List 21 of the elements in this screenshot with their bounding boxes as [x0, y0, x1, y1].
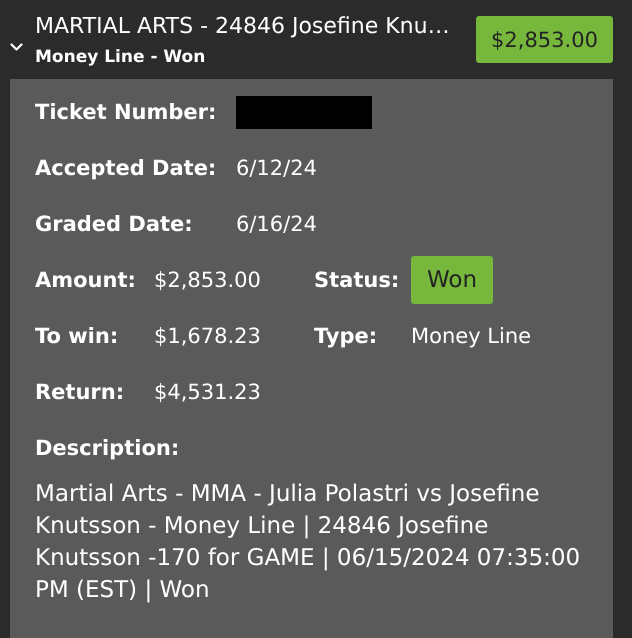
field-value: $2,853.00 [154, 268, 261, 292]
field-label: Ticket Number: [35, 100, 216, 124]
field-value: 6/12/24 [236, 156, 317, 180]
field-label: Accepted Date: [35, 156, 216, 180]
field-value: $1,678.23 [154, 324, 261, 348]
chevron-icon[interactable] [10, 42, 23, 50]
field-label: Description: [35, 436, 180, 460]
bet-subtitle: Money Line - Won [35, 46, 206, 69]
field-label: Status: [314, 268, 400, 292]
field-label: To win: [35, 324, 118, 348]
status-badge: Won [411, 256, 494, 304]
field-label: Type: [314, 324, 378, 348]
field-value: 6/16/24 [236, 212, 317, 236]
field-value: $4,531.23 [154, 380, 261, 404]
description-text: Martial Arts - MMA - Julia Polastri vs Josefine Knutsson - Money Line | 24846 Josefine Knutsson -170 for GAME | 06/15/2024 07:35:00 PM (EST) | Won [35, 480, 582, 605]
amount-badge: $2,853.00 [476, 16, 613, 63]
field-value: Money Line [411, 324, 532, 348]
field-label: Return: [35, 380, 124, 404]
field-label: Amount: [35, 268, 136, 292]
field-label: Graded Date: [35, 212, 193, 236]
bet-title: MARTIAL ARTS - 24846 Josefine Knu… [35, 13, 451, 41]
